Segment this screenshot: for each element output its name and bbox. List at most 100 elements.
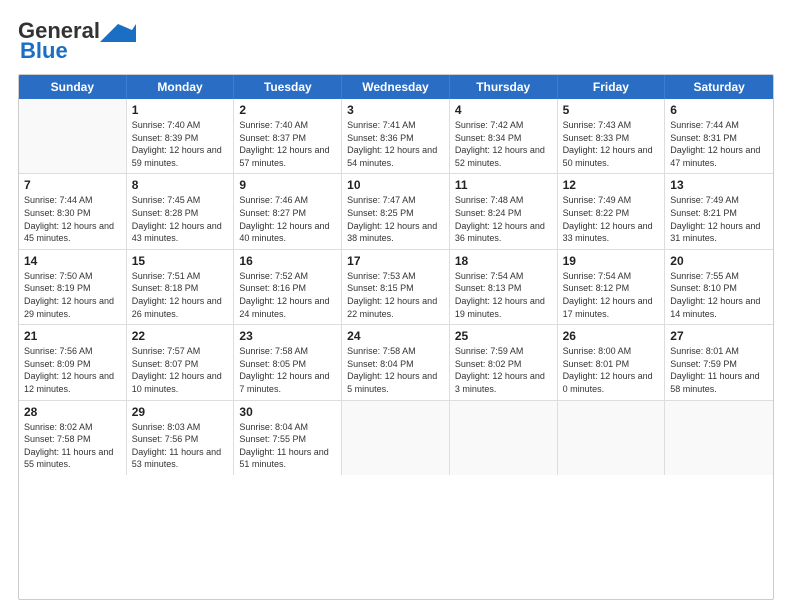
day-number: 22 [132,329,229,343]
cell-info: Sunrise: 7:49 AM Sunset: 8:21 PM Dayligh… [670,194,768,244]
cell-info: Sunrise: 7:48 AM Sunset: 8:24 PM Dayligh… [455,194,552,244]
cell-info: Sunrise: 7:47 AM Sunset: 8:25 PM Dayligh… [347,194,444,244]
calendar-cell: 22 Sunrise: 7:57 AM Sunset: 8:07 PM Dayli… [127,325,235,399]
weekday-header: Saturday [665,75,773,99]
calendar-cell: 15 Sunrise: 7:51 AM Sunset: 8:18 PM Dayli… [127,250,235,324]
calendar-cell: 7 Sunrise: 7:44 AM Sunset: 8:30 PM Daylig… [19,174,127,248]
day-number: 7 [24,178,121,192]
day-number: 26 [563,329,660,343]
logo-icon [100,20,136,42]
cell-info: Sunrise: 7:59 AM Sunset: 8:02 PM Dayligh… [455,345,552,395]
cell-info: Sunrise: 8:02 AM Sunset: 7:58 PM Dayligh… [24,421,121,471]
cell-info: Sunrise: 7:49 AM Sunset: 8:22 PM Dayligh… [563,194,660,244]
day-number: 2 [239,103,336,117]
logo-blue: Blue [20,38,68,64]
calendar-cell: 3 Sunrise: 7:41 AM Sunset: 8:36 PM Daylig… [342,99,450,173]
calendar-cell: 5Sunrise: 7:43 AM Sunset: 8:33 PM Daylig… [558,99,666,173]
day-number: 6 [670,103,768,117]
day-number: 5 [563,103,660,117]
cell-info: Sunrise: 8:00 AM Sunset: 8:01 PM Dayligh… [563,345,660,395]
calendar-cell: 27Sunrise: 8:01 AM Sunset: 7:59 PM Dayli… [665,325,773,399]
calendar-cell: 4Sunrise: 7:42 AM Sunset: 8:34 PM Daylig… [450,99,558,173]
day-number: 15 [132,254,229,268]
calendar-row: 14 Sunrise: 7:50 AM Sunset: 8:19 PM Dayli… [19,250,773,325]
calendar-cell: 12 Sunrise: 7:49 AM Sunset: 8:22 PM Dayli… [558,174,666,248]
day-number: 12 [563,178,660,192]
day-number: 21 [24,329,121,343]
cell-info: Sunrise: 7:45 AM Sunset: 8:28 PM Dayligh… [132,194,229,244]
cell-info: Sunrise: 7:41 AM Sunset: 8:36 PM Dayligh… [347,119,444,169]
cell-info: Sunrise: 7:44 AM Sunset: 8:31 PM Dayligh… [670,119,768,169]
calendar-cell: 29Sunrise: 8:03 AM Sunset: 7:56 PM Dayli… [127,401,235,475]
cell-info: Sunrise: 7:40 AM Sunset: 8:37 PM Dayligh… [239,119,336,169]
day-number: 9 [239,178,336,192]
day-number: 13 [670,178,768,192]
day-number: 29 [132,405,229,419]
cell-info: Sunrise: 8:04 AM Sunset: 7:55 PM Dayligh… [239,421,336,471]
cell-info: Sunrise: 7:46 AM Sunset: 8:27 PM Dayligh… [239,194,336,244]
day-number: 30 [239,405,336,419]
calendar-row: 21 Sunrise: 7:56 AM Sunset: 8:09 PM Dayli… [19,325,773,400]
calendar-cell: 17 Sunrise: 7:53 AM Sunset: 8:15 PM Dayli… [342,250,450,324]
weekday-header: Thursday [450,75,558,99]
day-number: 3 [347,103,444,117]
cell-info: Sunrise: 7:44 AM Sunset: 8:30 PM Dayligh… [24,194,121,244]
calendar-cell: 2 Sunrise: 7:40 AM Sunset: 8:37 PM Daylig… [234,99,342,173]
day-number: 11 [455,178,552,192]
cell-info: Sunrise: 7:55 AM Sunset: 8:10 PM Dayligh… [670,270,768,320]
calendar-row: 7 Sunrise: 7:44 AM Sunset: 8:30 PM Daylig… [19,174,773,249]
cell-info: Sunrise: 8:01 AM Sunset: 7:59 PM Dayligh… [670,345,768,395]
weekday-header: Sunday [19,75,127,99]
day-number: 14 [24,254,121,268]
day-number: 28 [24,405,121,419]
cell-info: Sunrise: 7:57 AM Sunset: 8:07 PM Dayligh… [132,345,229,395]
day-number: 18 [455,254,552,268]
page-header: General Blue [18,18,774,64]
calendar-cell [558,401,666,475]
cell-info: Sunrise: 7:58 AM Sunset: 8:04 PM Dayligh… [347,345,444,395]
logo: General Blue [18,18,136,64]
calendar-cell: 26 Sunrise: 8:00 AM Sunset: 8:01 PM Dayli… [558,325,666,399]
calendar-cell [665,401,773,475]
weekday-header: Friday [558,75,666,99]
day-number: 24 [347,329,444,343]
cell-info: Sunrise: 7:42 AM Sunset: 8:34 PM Dayligh… [455,119,552,169]
calendar-cell [342,401,450,475]
calendar-cell: 21 Sunrise: 7:56 AM Sunset: 8:09 PM Dayli… [19,325,127,399]
calendar-cell: 1 Sunrise: 7:40 AM Sunset: 8:39 PM Daylig… [127,99,235,173]
calendar-cell: 28 Sunrise: 8:02 AM Sunset: 7:58 PM Dayli… [19,401,127,475]
calendar-cell: 16 Sunrise: 7:52 AM Sunset: 8:16 PM Dayli… [234,250,342,324]
calendar-cell: 25Sunrise: 7:59 AM Sunset: 8:02 PM Dayli… [450,325,558,399]
calendar-cell: 9 Sunrise: 7:46 AM Sunset: 8:27 PM Daylig… [234,174,342,248]
day-number: 1 [132,103,229,117]
weekday-header: Monday [127,75,235,99]
day-number: 17 [347,254,444,268]
calendar-cell [450,401,558,475]
calendar-cell: 19Sunrise: 7:54 AM Sunset: 8:12 PM Dayli… [558,250,666,324]
calendar-cell: 13 Sunrise: 7:49 AM Sunset: 8:21 PM Dayli… [665,174,773,248]
cell-info: Sunrise: 7:40 AM Sunset: 8:39 PM Dayligh… [132,119,229,169]
cell-info: Sunrise: 7:50 AM Sunset: 8:19 PM Dayligh… [24,270,121,320]
calendar-cell: 10 Sunrise: 7:47 AM Sunset: 8:25 PM Dayli… [342,174,450,248]
cell-info: Sunrise: 7:56 AM Sunset: 8:09 PM Dayligh… [24,345,121,395]
calendar-cell: 20 Sunrise: 7:55 AM Sunset: 8:10 PM Dayli… [665,250,773,324]
cell-info: Sunrise: 7:54 AM Sunset: 8:13 PM Dayligh… [455,270,552,320]
calendar-cell: 23 Sunrise: 7:58 AM Sunset: 8:05 PM Dayli… [234,325,342,399]
day-number: 16 [239,254,336,268]
cell-info: Sunrise: 7:51 AM Sunset: 8:18 PM Dayligh… [132,270,229,320]
calendar: SundayMondayTuesdayWednesdayThursdayFrid… [18,74,774,600]
day-number: 20 [670,254,768,268]
calendar-header: SundayMondayTuesdayWednesdayThursdayFrid… [19,75,773,99]
calendar-body: 1 Sunrise: 7:40 AM Sunset: 8:39 PM Daylig… [19,99,773,475]
cell-info: Sunrise: 7:58 AM Sunset: 8:05 PM Dayligh… [239,345,336,395]
cell-info: Sunrise: 7:53 AM Sunset: 8:15 PM Dayligh… [347,270,444,320]
day-number: 23 [239,329,336,343]
calendar-cell: 14 Sunrise: 7:50 AM Sunset: 8:19 PM Dayli… [19,250,127,324]
cell-info: Sunrise: 7:52 AM Sunset: 8:16 PM Dayligh… [239,270,336,320]
calendar-cell: 11 Sunrise: 7:48 AM Sunset: 8:24 PM Dayli… [450,174,558,248]
weekday-header: Wednesday [342,75,450,99]
day-number: 10 [347,178,444,192]
calendar-cell [19,99,127,173]
calendar-cell: 6 Sunrise: 7:44 AM Sunset: 8:31 PM Daylig… [665,99,773,173]
day-number: 19 [563,254,660,268]
